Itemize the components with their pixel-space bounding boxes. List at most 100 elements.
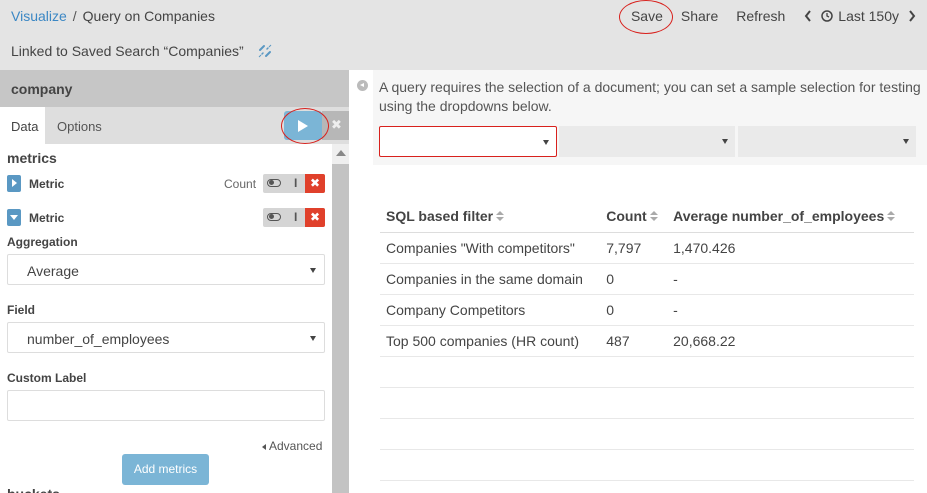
column-header-count[interactable]: Count [600, 200, 668, 233]
sample-selection-panel: A query requires the selection of a docu… [373, 70, 927, 165]
empty-table-row [380, 418, 914, 450]
cell-count: 487 [600, 325, 668, 357]
chevron-left-icon[interactable] [803, 9, 813, 23]
breadcrumb-visualize-link[interactable]: Visualize [11, 8, 67, 24]
toggle-metric-icon[interactable] [267, 213, 281, 221]
tab-data[interactable]: Data [0, 107, 45, 144]
cell-count: 7,797 [600, 232, 668, 264]
drag-handle-icon[interactable]: I [294, 176, 297, 190]
cell-count: 0 [600, 294, 668, 326]
page-title: Query on Companies [82, 8, 215, 24]
field-label: Field [7, 303, 36, 317]
refresh-button[interactable]: Refresh [736, 8, 785, 24]
metric-controls: I ✖ [263, 174, 325, 193]
cell-average: 20,668.22 [667, 325, 914, 357]
caret-down-icon [10, 215, 18, 220]
cell-average: - [667, 263, 914, 295]
table-row: Companies "With competitors" 7,797 1,470… [380, 232, 914, 264]
index-pattern-name: company [11, 81, 73, 97]
collapse-metric-button[interactable] [7, 209, 21, 226]
custom-label-label: Custom Label [7, 371, 87, 385]
linked-search-text: Linked to Saved Search “Companies” [11, 43, 244, 59]
sidebar-body: metrics Metric Count I ✖ Metric I ✖ Aggr… [0, 144, 349, 493]
caret-down-icon [722, 139, 728, 144]
caret-down-icon [903, 139, 909, 144]
save-button[interactable]: Save [618, 0, 673, 34]
metric-row-average: Metric I ✖ [7, 208, 327, 228]
sidebar-header: company [0, 70, 349, 107]
clock-icon [821, 10, 834, 22]
buckets-section-title: buckets [7, 486, 60, 493]
time-picker[interactable]: Last 150y [803, 8, 917, 24]
sort-icon[interactable] [649, 210, 658, 222]
share-button[interactable]: Share [681, 8, 718, 24]
table-row: Top 500 companies (HR count) 487 20,668.… [380, 325, 914, 357]
sample-dropdown-3[interactable] [738, 126, 916, 157]
metric-row-count: Metric Count I ✖ [7, 174, 327, 194]
scrollbar-thumb[interactable] [332, 164, 349, 493]
cell-average: - [667, 294, 914, 326]
apply-highlight-ring [281, 108, 329, 144]
breadcrumb: Visualize / Query on Companies [11, 8, 215, 24]
metrics-section-title: metrics [7, 150, 57, 166]
remove-metric-button[interactable]: ✖ [305, 208, 325, 227]
aggregation-label: Aggregation [7, 235, 78, 249]
sample-dropdown-1[interactable] [379, 126, 557, 157]
aggregation-select[interactable]: Average [7, 254, 325, 285]
remove-metric-button[interactable]: ✖ [305, 174, 325, 193]
cell-count: 0 [600, 263, 668, 295]
tab-options[interactable]: Options [57, 119, 102, 134]
results-table-container: SQL based filter Count Average number_of… [380, 200, 914, 481]
table-row: Companies in the same domain 0 - [380, 263, 914, 295]
expand-metric-button[interactable] [7, 175, 21, 192]
cell-filter: Top 500 companies (HR count) [380, 325, 601, 357]
save-highlight-ring [618, 0, 673, 34]
cell-filter: Companies in the same domain [380, 263, 601, 295]
collapse-sidebar-icon[interactable] [357, 80, 368, 91]
toggle-metric-icon[interactable] [267, 179, 281, 187]
visualize-editor: Visualize / Query on Companies Linked to S… [0, 0, 927, 493]
top-bar: Visualize / Query on Companies Linked to S… [0, 0, 927, 70]
metric-label: Metric [29, 211, 65, 225]
caret-down-icon [310, 268, 316, 273]
time-range-label[interactable]: Last 150y [838, 8, 899, 24]
unlink-icon[interactable] [258, 44, 272, 58]
table-header-row: SQL based filter Count Average number_of… [380, 200, 914, 233]
caret-down-icon [310, 336, 316, 341]
table-row: Company Competitors 0 - [380, 294, 914, 326]
sort-icon[interactable] [496, 210, 505, 222]
column-header-average[interactable]: Average number_of_employees [667, 200, 914, 233]
sort-icon[interactable] [887, 210, 896, 222]
scroll-up-arrow-icon[interactable] [336, 150, 346, 156]
drag-handle-icon[interactable]: I [294, 210, 297, 224]
sidebar-scrollbar[interactable] [332, 144, 349, 493]
editor-sidebar: company Data Options ✖ metrics Metric Co… [0, 70, 349, 493]
metric-label: Metric [29, 177, 65, 191]
advanced-toggle[interactable]: Advanced [262, 439, 322, 453]
metric-summary: Count [224, 177, 257, 191]
empty-table-row [380, 449, 914, 481]
breadcrumb-separator: / [72, 8, 77, 24]
caret-left-icon [262, 444, 266, 450]
results-table: SQL based filter Count Average number_of… [380, 200, 914, 481]
chevron-right-icon[interactable] [907, 9, 917, 23]
column-header-filter[interactable]: SQL based filter [380, 200, 601, 233]
caret-down-icon [543, 140, 549, 145]
field-value: number_of_employees [27, 331, 170, 347]
aggregation-value: Average [27, 263, 79, 279]
custom-label-input[interactable] [7, 390, 325, 421]
sidebar-tabs: Data Options ✖ [0, 107, 349, 144]
field-select[interactable]: number_of_employees [7, 322, 325, 353]
close-icon: ✖ [331, 117, 342, 132]
cell-average: 1,470.426 [667, 232, 914, 264]
metric-controls: I ✖ [263, 208, 325, 227]
sample-dropdown-2[interactable] [559, 126, 735, 157]
linked-search-label: Linked to Saved Search “Companies” [11, 43, 272, 59]
caret-right-icon [12, 179, 17, 187]
cell-filter: Company Competitors [380, 294, 601, 326]
sample-selection-hint: A query requires the selection of a docu… [379, 79, 921, 114]
cell-filter: Companies "With competitors" [380, 232, 601, 264]
empty-table-row [380, 356, 914, 388]
empty-table-row [380, 387, 914, 419]
add-metrics-button[interactable]: Add metrics [122, 454, 209, 485]
